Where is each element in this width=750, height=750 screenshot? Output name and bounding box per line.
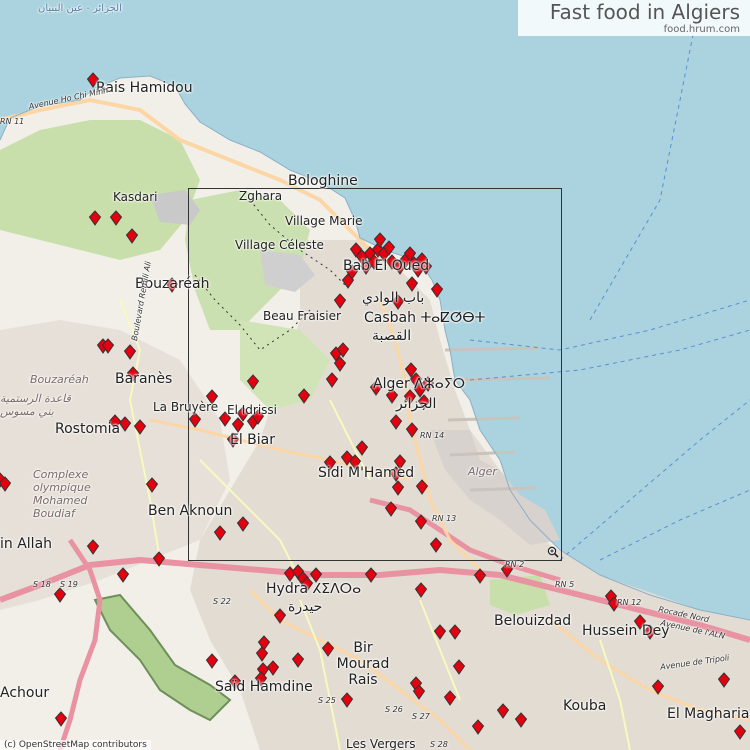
road-label-s26: S 26 xyxy=(385,705,403,714)
label-village-marie: Village Marie xyxy=(285,214,363,228)
label-rostomia: Rostomia xyxy=(55,421,121,437)
road-label-rn5: RN 5 xyxy=(555,580,575,589)
title-box: Fast food in Algiers food.hrum.com xyxy=(518,0,750,36)
label-kasdari: Kasdari xyxy=(113,190,158,204)
road-label-s19: S 19 xyxy=(60,580,78,589)
label-ben-aknoun: Ben Aknoun xyxy=(148,503,233,519)
map-pin-icon[interactable] xyxy=(86,539,100,555)
label-bir-mourad-rais: Bir Mourad Rais xyxy=(336,640,390,688)
map-pin-icon[interactable] xyxy=(266,660,280,676)
road-label-rn13: RN 13 xyxy=(432,514,457,523)
road-label-rn2: RN 2 xyxy=(505,560,525,569)
label-bab-el-oued: Bab El Oued xyxy=(343,258,430,274)
road-label-rn14: RN 14 xyxy=(420,431,445,440)
map-pin-icon[interactable] xyxy=(116,567,130,583)
label-rais-hamidou: Rais Hamidou xyxy=(96,80,193,96)
label-el-biar: El Biar xyxy=(230,432,276,448)
map-pin-icon[interactable] xyxy=(496,703,510,719)
map-pin-icon[interactable] xyxy=(125,228,139,244)
map-pin-icon[interactable] xyxy=(651,679,665,695)
label-el-magharia: El Magharia xyxy=(667,706,750,722)
road-label-s22: S 22 xyxy=(213,597,231,606)
map-pin-icon[interactable] xyxy=(152,551,166,567)
map-pin-icon[interactable] xyxy=(0,476,12,492)
label-alger-ar: الجزائر xyxy=(396,396,437,412)
label-rostomia-ar2: بني مسوس xyxy=(0,405,54,418)
label-sidi-mhamed: Sidi M'Hamed xyxy=(318,465,415,481)
label-bab-el-oued-ar: باب الوادي xyxy=(362,290,425,306)
map-pin-icon[interactable] xyxy=(433,624,447,640)
map-pin-icon[interactable] xyxy=(443,690,457,706)
label-hydra: Hydra ⵃⵉⴷⵔⴰ xyxy=(266,581,362,597)
attribution[interactable]: (c) OpenStreetMap contributors xyxy=(0,740,151,750)
map-pin-icon[interactable] xyxy=(53,587,67,603)
road-label-s18: S 18 xyxy=(33,580,51,589)
label-said-hamdine: Saïd Hamdine xyxy=(215,679,313,695)
label-el-idrissi: El Idrissi xyxy=(227,403,277,417)
map[interactable]: Rais Hamidou Bologhine Zghara Village Ma… xyxy=(0,0,750,750)
label-complex-olympique: Complexe olympique Mohamed Boudiaf xyxy=(33,468,91,520)
map-pin-icon[interactable] xyxy=(364,567,378,583)
label-hydra-ar: حيدرة xyxy=(288,599,323,615)
road-label-s27: S 27 xyxy=(412,712,430,721)
map-pin-icon[interactable] xyxy=(717,672,731,688)
map-pin-icon[interactable] xyxy=(109,210,123,226)
map-pin-icon[interactable] xyxy=(448,624,462,640)
map-pin-icon[interactable] xyxy=(145,477,159,493)
label-bologhine: Bologhine xyxy=(288,173,358,189)
map-pin-icon[interactable] xyxy=(733,724,747,740)
map-pin-icon[interactable] xyxy=(414,582,428,598)
zoom-in-icon[interactable] xyxy=(547,546,559,558)
map-pin-icon[interactable] xyxy=(205,653,219,669)
label-achour: Achour xyxy=(0,685,50,701)
label-zghara: Zghara xyxy=(239,189,283,203)
label-kouba: Kouba xyxy=(563,698,607,714)
label-baranes: Baranès xyxy=(115,371,173,387)
label-alger: Alger ⴷⵣⴰⵢⵔ xyxy=(373,376,466,392)
label-rostomia-ar: قاعدة الرستمية xyxy=(0,392,71,405)
map-pin-icon[interactable] xyxy=(123,344,137,360)
map-title: Fast food in Algiers xyxy=(549,0,740,24)
label-ain-allah: in Allah xyxy=(0,536,53,552)
map-pin-icon[interactable] xyxy=(452,659,466,675)
map-pin-icon[interactable] xyxy=(133,419,147,435)
label-top-arabic: الجزائر - عين البنيان xyxy=(38,3,122,14)
map-pin-icon[interactable] xyxy=(101,338,115,354)
label-belouizdad: Belouizdad xyxy=(494,613,572,629)
label-casbah-ar: القصبة xyxy=(372,328,412,344)
label-bouzareah-area: Bouzaréah xyxy=(30,373,89,386)
map-pin-icon[interactable] xyxy=(273,608,287,624)
map-pin-icon[interactable] xyxy=(471,719,485,735)
road-label-s28: S 28 xyxy=(430,740,448,749)
label-village-celeste: Village Céleste xyxy=(235,238,324,252)
map-pin-icon[interactable] xyxy=(88,210,102,226)
label-les-vergers: Les Vergers xyxy=(346,737,416,750)
map-pin-icon[interactable] xyxy=(473,568,487,584)
road-label-s25: S 25 xyxy=(318,696,336,705)
label-beau-fraisier: Beau Fraisier xyxy=(263,309,341,323)
map-subtitle[interactable]: food.hrum.com xyxy=(518,24,740,36)
map-pin-icon[interactable] xyxy=(291,652,305,668)
road-label-rn12: RN 12 xyxy=(617,598,642,607)
map-pin-icon[interactable] xyxy=(514,712,528,728)
map-pin-icon[interactable] xyxy=(340,692,354,708)
label-la-bruyere: La Bruyère xyxy=(153,400,219,414)
label-casbah: Casbah ⵜⴰⵇⵚⴱⵜ xyxy=(364,310,486,326)
label-hussein-dey: Hussein Dey xyxy=(582,623,670,639)
map-pin-icon[interactable] xyxy=(412,684,426,700)
road-label-rn11: RN 11 xyxy=(0,117,25,126)
map-pin-icon[interactable] xyxy=(54,711,68,727)
label-alger-port: Alger xyxy=(468,465,497,478)
